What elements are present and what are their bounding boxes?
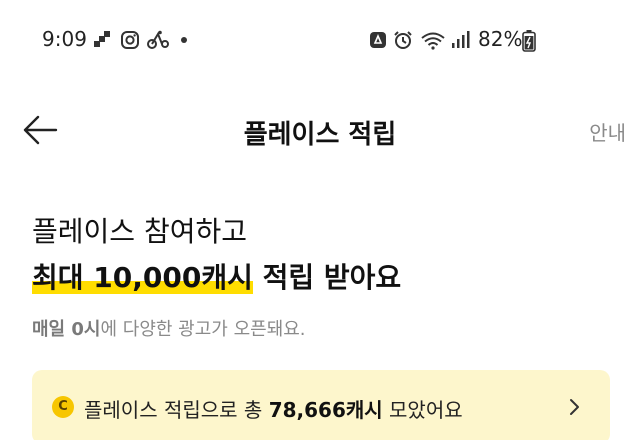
summary-card[interactable]: C 플레이스 적립으로 총 78,666캐시 모았어요 [32,370,610,440]
status-bar: 9:09 82% [0,0,640,80]
chevron-right-icon [570,399,579,415]
square-steps-icon [93,30,111,52]
hero-highlight: 최대 10,000캐시 [32,256,253,296]
hero-sub-rest: 에 다양한 광고가 오픈돼요. [100,319,306,340]
cycling-app-icon [147,30,171,54]
hero-sub-bold: 매일 0시 [32,319,101,340]
recycle-notification-icon [369,30,387,54]
app-header: 플레이스 적립 안내 [0,100,640,160]
coin-icon: C [52,396,74,418]
instagram-icon [120,30,140,54]
battery-percent: 82% [478,27,523,51]
summary-text: 플레이스 적립으로 총 78,666캐시 모았어요 [84,394,463,423]
notification-dot-icon [181,37,187,43]
hero-line2-rest: 적립 받아요 [252,261,402,294]
page-title: 플레이스 적립 [243,120,397,150]
battery-charging-icon [522,30,536,56]
signal-icon [450,30,470,54]
hero-line1: 플레이스 참여하고 [32,215,247,248]
summary-prefix: 플레이스 적립으로 총 [84,398,269,422]
summary-amount: 78,666캐시 [268,398,383,422]
hero-subtitle: 매일 0시에 다양한 광고가 오픈돼요. [32,315,306,341]
info-link[interactable]: 안내 [589,117,626,146]
summary-suffix: 모았어요 [382,398,463,422]
alarm-icon [393,30,413,54]
hero-line2: 최대 10,000캐시 적립 받아요 [32,256,401,296]
status-time: 9:09 [42,27,87,51]
wifi-icon [420,30,446,54]
